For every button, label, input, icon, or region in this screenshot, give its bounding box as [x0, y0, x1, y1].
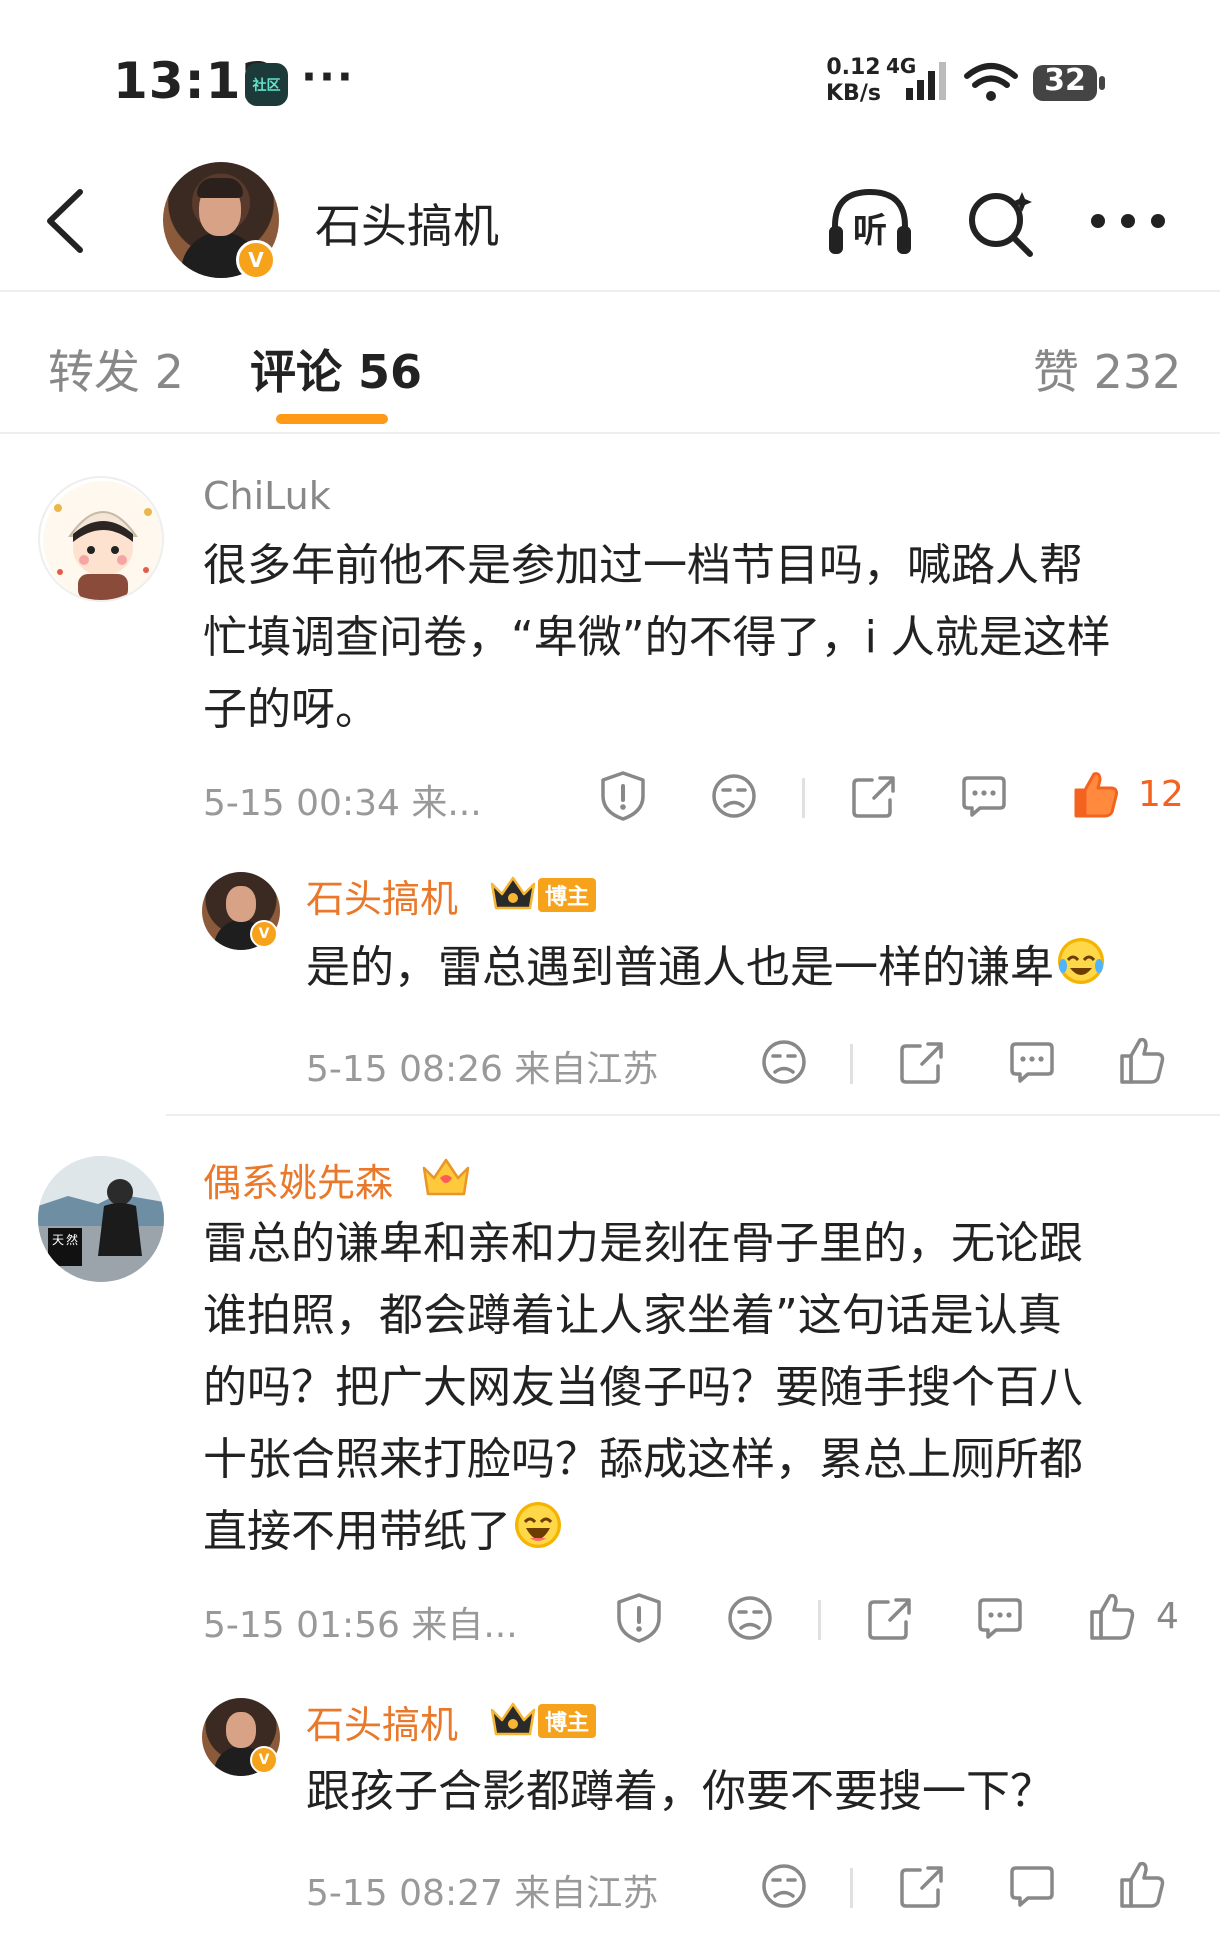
action-separator — [818, 1600, 821, 1640]
comment-text: 雷总的谦卑和亲和力是刻在骨子里的，无论跟 谁拍照，都会蹲着让人家坐着”这句话是认… — [203, 1208, 1083, 1568]
reply-text-content: 是的，雷总遇到普通人也是一样的谦卑 — [306, 942, 1054, 993]
comment-meta: 5-15 01:56 来自... — [203, 1605, 518, 1646]
share-icon[interactable] — [866, 1594, 914, 1642]
status-bar: 13:12 社区 ··· 0.12 KB/s 4G 32 — [0, 0, 1220, 150]
comment-text: 很多年前他不是参加过一档节目吗，喊路人帮 忙填调查问卷，“卑微”的不得了，i 人… — [203, 530, 1111, 746]
dislike-face-icon[interactable] — [726, 1594, 774, 1642]
commenter-name[interactable]: 偶系姚先森 — [203, 1152, 393, 1207]
dislike-face-icon[interactable] — [710, 772, 758, 820]
reply-text: 是的，雷总遇到普通人也是一样的谦卑 — [306, 932, 1104, 1004]
crown-level-icon — [490, 1702, 536, 1736]
like-thumb-icon[interactable] — [1118, 1034, 1166, 1086]
network-speed-value: 0.12 — [826, 55, 881, 80]
share-icon[interactable] — [898, 1038, 946, 1086]
network-speed-unit: KB/s — [826, 81, 881, 106]
replier-name[interactable]: 石头搞机 — [306, 1694, 458, 1749]
post-tabs: 转发 2 评论 56 赞 232 — [0, 292, 1220, 434]
back-arrow-icon[interactable] — [42, 188, 90, 254]
more-notifications-icon: ··· — [301, 52, 355, 101]
like-count: 4 — [1156, 1596, 1179, 1637]
photo-avatar-icon: 天 然 — [38, 1156, 164, 1282]
reply-bubble-icon[interactable] — [960, 774, 1008, 818]
crown-level-icon — [490, 876, 536, 910]
tab-comments[interactable]: 评论 56 — [250, 336, 422, 402]
listen-headphones-icon[interactable]: 听 — [825, 186, 915, 258]
share-icon[interactable] — [898, 1862, 946, 1910]
comment-line: 直接不用带纸了 — [203, 1496, 1083, 1568]
verified-badge-icon: V — [236, 240, 276, 280]
network-speed: 0.12 KB/s — [826, 55, 881, 107]
like-count: 12 — [1138, 774, 1184, 815]
like-thumb-icon-active[interactable] — [1072, 768, 1120, 820]
dislike-face-icon[interactable] — [760, 1038, 808, 1086]
commenter-name[interactable]: ChiLuk — [203, 474, 331, 518]
like-thumb-icon[interactable] — [1088, 1590, 1136, 1642]
comment-line: 雷总的谦卑和亲和力是刻在骨子里的，无论跟 — [203, 1218, 1083, 1269]
author-badge: 博主 — [538, 878, 596, 912]
author-badge: 博主 — [538, 1704, 596, 1738]
community-app-icon: 社区 — [245, 63, 288, 106]
reply-bubble-icon[interactable] — [976, 1596, 1024, 1640]
tab-reposts[interactable]: 转发 2 — [48, 336, 184, 402]
replier-name[interactable]: 石头搞机 — [306, 868, 458, 923]
comment-meta: 5-15 00:34 来... — [203, 783, 482, 824]
svg-text:天: 天 — [52, 1233, 64, 1247]
comment-line: 的吗？把广大网友当傻子吗？要随手搜个百八 — [203, 1362, 1083, 1413]
cartoon-avatar-icon — [43, 481, 162, 600]
signal-icon — [906, 62, 946, 100]
commenter-avatar[interactable] — [38, 476, 164, 602]
laugh-cry-emoji-icon — [1058, 938, 1104, 984]
tab-likes[interactable]: 赞 232 — [1033, 336, 1181, 402]
report-icon[interactable] — [598, 770, 648, 822]
author-name[interactable]: 石头搞机 — [315, 190, 499, 256]
svg-text:然: 然 — [66, 1232, 78, 1247]
action-separator — [850, 1044, 853, 1084]
reply-bubble-icon[interactable] — [1008, 1864, 1056, 1908]
like-thumb-icon[interactable] — [1118, 1858, 1166, 1910]
reply-bubble-icon[interactable] — [1008, 1040, 1056, 1084]
active-tab-indicator — [276, 414, 388, 424]
comment-line-text: 直接不用带纸了 — [203, 1506, 511, 1557]
commenter-avatar[interactable]: 天 然 — [38, 1156, 164, 1282]
comment-line: 子的呀。 — [203, 684, 379, 735]
comment-line: 很多年前他不是参加过一档节目吗，喊路人帮 — [203, 540, 1083, 591]
verified-badge-icon: V — [250, 1746, 278, 1774]
comment-divider — [166, 1114, 1220, 1116]
action-separator — [850, 1868, 853, 1908]
reply-meta: 5-15 08:26 来自江苏 — [306, 1049, 659, 1090]
comment-line: 忙填调查问卷，“卑微”的不得了，i 人就是这样 — [203, 612, 1111, 663]
post-header: V 石头搞机 听 — [0, 150, 1220, 292]
listen-label: 听 — [853, 211, 887, 251]
report-icon[interactable] — [614, 1592, 664, 1644]
search-icon[interactable] — [966, 186, 1038, 258]
vip-crown-icon — [422, 1158, 470, 1196]
comment-line: 谁拍照，都会蹲着让人家坐着”这句话是认真 — [203, 1290, 1062, 1341]
reply-meta: 5-15 08:27 来自江苏 — [306, 1873, 659, 1914]
battery-level: 32 — [1044, 63, 1086, 98]
dislike-face-icon[interactable] — [760, 1862, 808, 1910]
laughing-emoji-icon — [515, 1502, 561, 1548]
comment-line: 十张合照来打脸吗？舔成这样，累总上厕所都 — [203, 1434, 1083, 1485]
wifi-icon — [964, 63, 1018, 101]
more-options-icon[interactable] — [1090, 206, 1166, 236]
verified-badge-icon: V — [250, 920, 278, 948]
share-icon[interactable] — [850, 772, 898, 820]
reply-text: 跟孩子合影都蹲着，你要不要搜一下？ — [306, 1766, 1054, 1817]
action-separator — [802, 778, 805, 818]
